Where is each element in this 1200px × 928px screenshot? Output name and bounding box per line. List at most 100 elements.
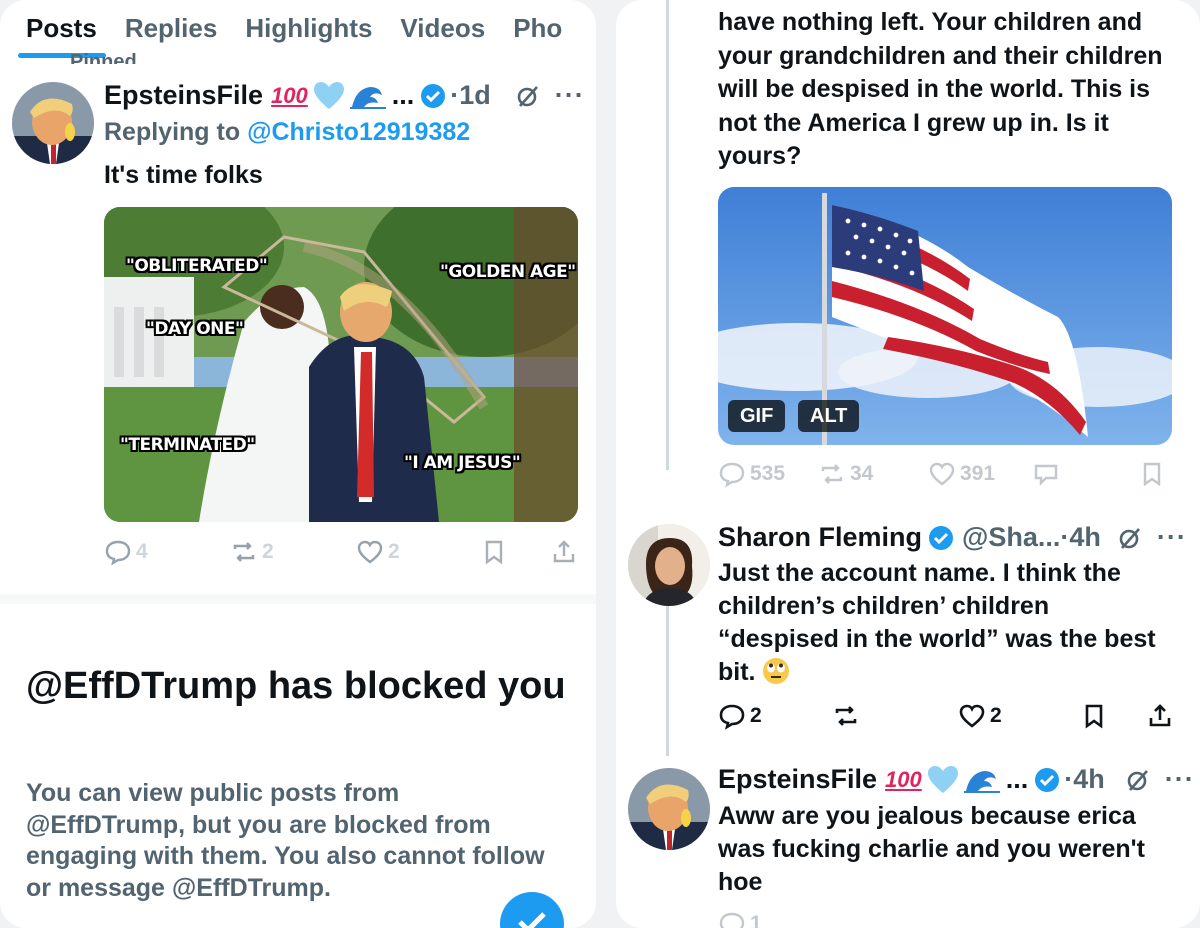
repost-icon <box>821 464 843 484</box>
display-name[interactable]: EpsteinsFile <box>104 80 263 111</box>
more-options-icon[interactable]: ··· <box>1157 522 1187 553</box>
reply-icon <box>105 540 131 566</box>
meme-caption-golden-age: "GOLDEN AGE" <box>440 262 576 282</box>
name-ellipsis: ... <box>1005 764 1029 794</box>
gif-badge[interactable]: GIF <box>728 400 786 432</box>
repost-button[interactable]: 34 <box>818 460 873 488</box>
flag-gif[interactable]: GIF ALT <box>718 187 1172 445</box>
like-button[interactable]: 391 <box>928 460 995 488</box>
bookmark-icon <box>485 540 503 565</box>
like-count: 2 <box>990 704 1002 727</box>
reply-button[interactable]: 1 <box>718 910 762 928</box>
grok-icon[interactable] <box>1117 525 1143 551</box>
reply-count: 4 <box>136 540 148 563</box>
display-name[interactable]: Sharon Fleming <box>718 522 922 553</box>
meme-caption-terminated: "TERMINATED" <box>120 435 255 455</box>
blue-heart-icon <box>927 765 958 793</box>
verified-badge-icon <box>929 525 954 550</box>
avatar[interactable] <box>628 524 710 606</box>
repost-button[interactable]: 2 <box>230 538 274 566</box>
wave-icon <box>963 770 1000 793</box>
tweet-timestamp[interactable]: ·1d <box>450 80 491 111</box>
like-count: 2 <box>388 540 400 563</box>
profile-panel: Posts Replies Highlights Videos Pho Pinn… <box>0 0 596 928</box>
tab-replies[interactable]: Replies <box>125 13 218 44</box>
like-icon <box>929 462 955 486</box>
meme-image[interactable]: "OBLITERATED" "DAY ONE" "TERMINATED" "GO… <box>104 207 578 522</box>
grok-icon[interactable] <box>515 83 541 109</box>
bookmark-icon <box>1085 704 1103 729</box>
repost-icon <box>233 542 255 562</box>
pinned-label-text: Pinned <box>70 51 137 64</box>
reply-button[interactable]: 4 <box>104 538 148 566</box>
tweet-text: It's time folks <box>104 161 263 189</box>
wave-icon <box>349 86 386 109</box>
repost-button[interactable] <box>832 702 860 730</box>
like-button[interactable]: 2 <box>356 538 400 566</box>
tweet-timestamp[interactable]: ·4h <box>1064 764 1105 795</box>
hundred-emoji: 100 <box>885 766 922 792</box>
reply-count: 2 <box>750 704 762 727</box>
tab-posts[interactable]: Posts <box>26 13 97 44</box>
avatar-image <box>628 768 710 850</box>
thread-connector-lower <box>666 606 669 756</box>
meme-caption-obliterated: "OBLITERATED" <box>126 256 268 276</box>
like-icon <box>357 540 383 564</box>
avatar-image <box>12 82 94 164</box>
repost-count: 34 <box>850 462 874 485</box>
hundred-emoji: 100 <box>271 82 308 108</box>
reply-text: Just the account name. I think the child… <box>718 557 1168 689</box>
grok-analyze-icon <box>1034 464 1058 486</box>
repost-count: 2 <box>262 540 274 563</box>
repost-icon <box>835 706 857 726</box>
reply-count: 535 <box>750 462 786 485</box>
name-emojis: 100 ... <box>271 80 414 111</box>
reply-button[interactable]: 535 <box>718 460 785 488</box>
grok-icon[interactable] <box>1125 767 1151 793</box>
share-button[interactable] <box>1146 702 1174 730</box>
flag-gif-art <box>718 187 1172 445</box>
tab-videos[interactable]: Videos <box>400 13 485 44</box>
tab-photos[interactable]: Pho <box>513 13 562 44</box>
verified-badge-icon <box>1035 767 1060 792</box>
blocked-message: You can view public posts from @EffDTrum… <box>26 779 545 902</box>
share-button[interactable] <box>550 538 578 566</box>
thread-connector <box>666 0 669 470</box>
reply-icon <box>719 462 745 488</box>
grok-analyze-button[interactable] <box>1032 460 1060 488</box>
verified-badge-icon <box>421 83 446 108</box>
pinned-label: Pinned <box>70 48 137 64</box>
bookmark-button[interactable] <box>480 538 508 566</box>
more-options-icon[interactable]: ··· <box>1165 764 1195 795</box>
name-emojis: 100 ... <box>885 764 1028 795</box>
checkmark-icon <box>518 912 546 928</box>
tweet-header: EpsteinsFile 100 ... ·1d ··· <box>104 80 585 111</box>
meme-image-art <box>104 207 578 522</box>
avatar[interactable] <box>628 768 710 850</box>
bookmark-button[interactable] <box>1138 460 1166 488</box>
reply-count: 1 <box>750 912 762 928</box>
meme-caption-i-am-jesus: "I AM JESUS" <box>404 453 521 473</box>
bookmark-icon <box>1143 462 1161 487</box>
tab-highlights[interactable]: Highlights <box>245 13 372 44</box>
like-count: 391 <box>960 462 996 485</box>
bookmark-button[interactable] <box>1080 702 1108 730</box>
replying-to-prefix: Replying to <box>104 118 248 146</box>
like-button[interactable]: 2 <box>958 702 1002 730</box>
avatar-image <box>628 524 710 606</box>
more-options-icon[interactable]: ··· <box>555 80 585 111</box>
compose-fab[interactable] <box>500 892 564 928</box>
eye-roll-emoji-icon <box>763 658 790 684</box>
replying-to-handle[interactable]: @Christo12919382 <box>247 118 470 146</box>
reply-icon <box>719 704 745 730</box>
reply-icon <box>719 912 745 928</box>
handle-and-time[interactable]: @Sha...·4h <box>962 522 1101 553</box>
like-icon <box>959 704 985 728</box>
blocked-title: @EffDTrump has blocked you <box>26 665 566 707</box>
reply-button[interactable]: 2 <box>718 702 762 730</box>
alt-badge[interactable]: ALT <box>798 400 860 432</box>
display-name[interactable]: EpsteinsFile <box>718 764 877 795</box>
tweet-header: EpsteinsFile 100 ... ·4h ··· <box>718 764 1195 795</box>
avatar[interactable] <box>12 82 94 164</box>
reply-text: Aww are you jealous because erica was fu… <box>718 802 1145 896</box>
